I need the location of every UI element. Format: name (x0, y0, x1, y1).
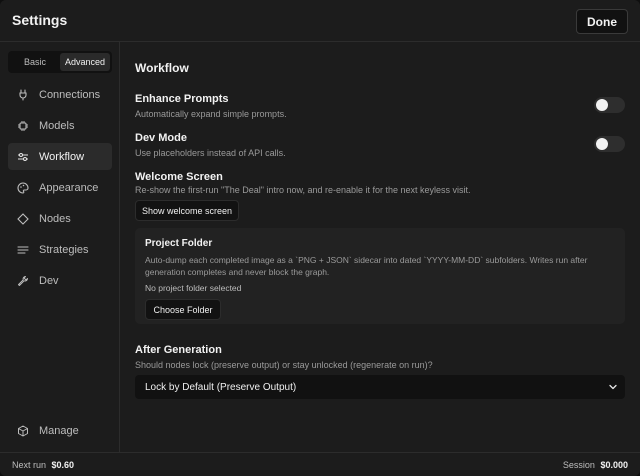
mode-switch: Basic Advanced (8, 51, 112, 73)
session-label: Session (562, 460, 595, 470)
toggle-knob (596, 99, 608, 111)
mode-advanced-button[interactable]: Advanced (60, 53, 110, 71)
session-value: $0.000 (600, 460, 628, 470)
project-folder-status: No project folder selected (145, 283, 242, 293)
workflow-panel: Workflow Enhance Prompts Automatically e… (121, 42, 640, 452)
dev-mode-desc: Use placeholders instead of API calls. (135, 148, 286, 158)
settings-window: Settings Done Basic Advanced Connections… (0, 0, 640, 476)
sliders-icon (16, 150, 30, 164)
cpu-icon (16, 119, 30, 133)
sidebar-item-dev[interactable]: Dev (8, 267, 112, 294)
sidebar-item-label: Dev (39, 274, 59, 287)
welcome-screen-label: Welcome Screen (135, 171, 223, 183)
diamond-icon (16, 212, 30, 226)
after-generation-select[interactable]: Lock by Default (Preserve Output) (135, 375, 625, 399)
session-cost: Session $0.000 (563, 460, 628, 470)
next-run-label: Next run (12, 460, 47, 470)
plug-icon (16, 88, 30, 102)
choose-folder-button[interactable]: Choose Folder (145, 299, 221, 320)
enhance-prompts-toggle[interactable] (594, 97, 625, 113)
sidebar: Basic Advanced Connections Models Workfl… (0, 42, 120, 452)
status-bar: Next run $0.60 Session $0.000 (0, 452, 640, 476)
after-generation-value: Lock by Default (Preserve Output) (145, 381, 297, 393)
sidebar-item-label: Nodes (39, 212, 71, 225)
sidebar-item-label: Appearance (39, 181, 99, 194)
box-icon (16, 424, 30, 438)
sidebar-item-strategies[interactable]: Strategies (8, 236, 112, 263)
sidebar-item-nodes[interactable]: Nodes (8, 205, 112, 232)
sidebar-item-label: Strategies (39, 243, 89, 256)
dev-mode-label: Dev Mode (135, 132, 187, 144)
sidebar-item-label: Models (39, 119, 75, 132)
section-title: Workflow (135, 61, 189, 75)
project-folder-title: Project Folder (145, 238, 213, 249)
mode-basic-button[interactable]: Basic (10, 53, 60, 71)
next-run-value: $0.60 (51, 460, 75, 470)
enhance-prompts-desc: Automatically expand simple prompts. (135, 109, 287, 119)
settings-header: Settings Done (0, 0, 640, 42)
sidebar-item-appearance[interactable]: Appearance (8, 174, 112, 201)
wrench-icon (16, 274, 30, 288)
toggle-knob (596, 138, 608, 150)
page-title: Settings (12, 12, 68, 28)
manage-button[interactable]: Manage (8, 419, 112, 443)
project-folder-card: Project Folder Auto-dump each completed … (135, 228, 625, 324)
show-welcome-button[interactable]: Show welcome screen (135, 200, 239, 221)
list-icon (16, 243, 30, 257)
sidebar-item-models[interactable]: Models (8, 112, 112, 139)
done-button[interactable]: Done (576, 9, 628, 34)
after-generation-desc: Should nodes lock (preserve output) or s… (135, 360, 433, 370)
enhance-prompts-label: Enhance Prompts (135, 93, 229, 105)
sidebar-nav: Connections Models Workflow Appearance N… (8, 81, 112, 298)
project-folder-desc: Auto-dump each completed image as a `PNG… (145, 255, 588, 277)
sidebar-item-label: Workflow (39, 150, 85, 163)
manage-label: Manage (39, 425, 79, 437)
palette-icon (16, 181, 30, 195)
dev-mode-toggle[interactable] (594, 136, 625, 152)
sidebar-item-connections[interactable]: Connections (8, 81, 112, 108)
sidebar-item-workflow[interactable]: Workflow (8, 143, 112, 170)
chevron-down-icon (609, 384, 617, 390)
sidebar-item-label: Connections (39, 88, 101, 101)
after-generation-label: After Generation (135, 344, 222, 356)
next-run-cost: Next run $0.60 (12, 460, 74, 470)
welcome-screen-desc: Re-show the first-run "The Deal" intro n… (135, 185, 471, 195)
